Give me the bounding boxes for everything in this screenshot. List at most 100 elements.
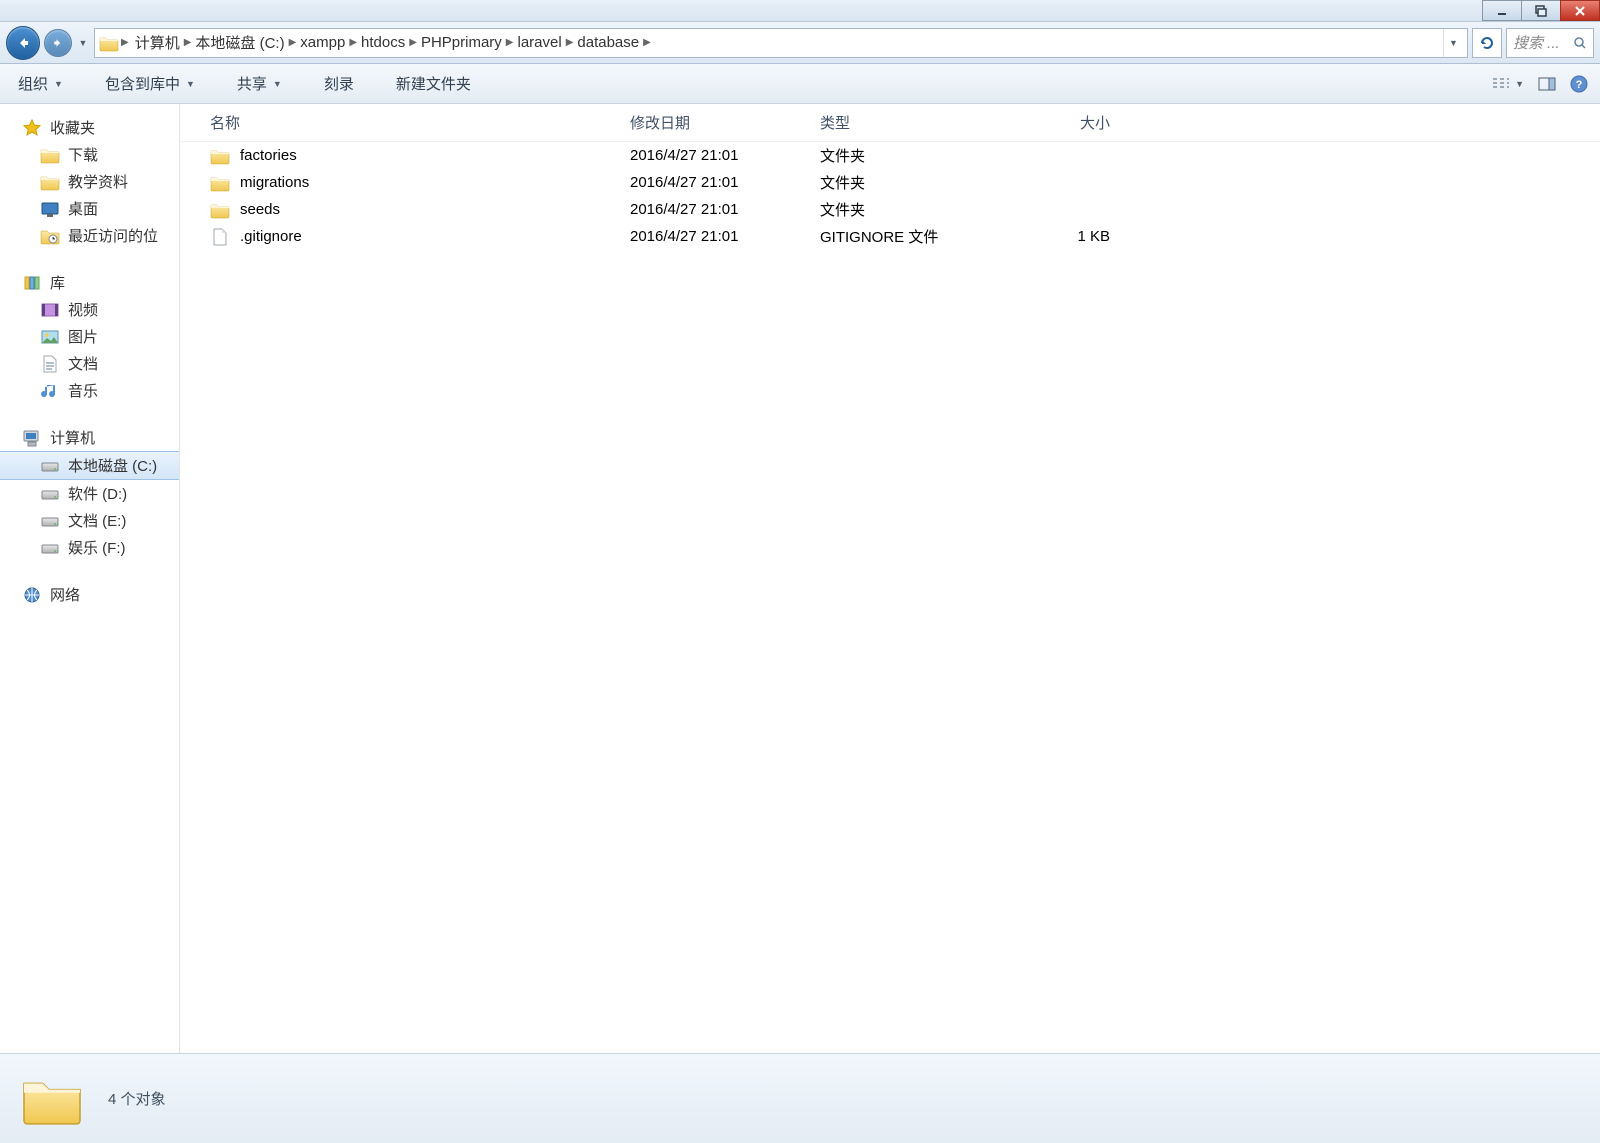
file-row[interactable]: .gitignore 2016/4/27 21:01 GITIGNORE 文件 …	[180, 223, 1600, 250]
breadcrumb-segment[interactable]: 计算机	[131, 30, 184, 55]
search-placeholder: 搜索 ...	[1513, 32, 1560, 53]
help-button[interactable]: ?	[1570, 75, 1588, 93]
burn-button[interactable]: 刻录	[318, 69, 360, 98]
sidebar-libraries-item[interactable]: 视频	[0, 296, 179, 323]
sidebar-libraries-item[interactable]: 音乐	[0, 377, 179, 404]
sidebar-item-label: 音乐	[68, 380, 98, 401]
share-menu[interactable]: 共享▼	[231, 69, 288, 98]
chevron-down-icon: ▼	[273, 79, 282, 89]
preview-pane-icon	[1538, 76, 1556, 92]
sidebar-libraries-header[interactable]: 库	[0, 269, 179, 296]
video-icon	[40, 301, 60, 319]
breadcrumb-segment[interactable]: laravel	[514, 32, 566, 53]
folder-icon	[210, 147, 230, 165]
chevron-right-icon[interactable]: ▶	[289, 37, 297, 48]
chevron-right-icon[interactable]: ▶	[184, 37, 192, 48]
file-date: 2016/4/27 21:01	[630, 201, 820, 218]
view-options-button[interactable]: ▼	[1491, 76, 1524, 92]
sidebar-libraries-item[interactable]: 图片	[0, 323, 179, 350]
breadcrumb-segment[interactable]: 本地磁盘 (C:)	[191, 30, 288, 55]
folder-icon	[210, 174, 230, 192]
chevron-down-icon: ▼	[186, 79, 195, 89]
sidebar-item-label: 桌面	[68, 198, 98, 219]
path-dropdown[interactable]: ▼	[1443, 29, 1463, 57]
maximize-button[interactable]	[1521, 0, 1561, 21]
sidebar-item-label: 本地磁盘 (C:)	[68, 455, 157, 476]
column-size[interactable]: 大小	[1020, 112, 1140, 133]
refresh-button[interactable]	[1472, 28, 1502, 58]
file-row[interactable]: seeds 2016/4/27 21:01 文件夹	[180, 196, 1600, 223]
new-folder-button[interactable]: 新建文件夹	[390, 69, 477, 98]
search-input[interactable]: 搜索 ...	[1506, 28, 1594, 58]
sidebar-item-label: 最近访问的位	[68, 225, 158, 246]
chevron-down-icon: ▼	[54, 79, 63, 89]
breadcrumb-segment[interactable]: htdocs	[357, 32, 409, 53]
breadcrumb-segment[interactable]: PHPprimary	[417, 32, 506, 53]
preview-pane-button[interactable]	[1538, 76, 1556, 92]
sidebar-favorites-item[interactable]: 下载	[0, 141, 179, 168]
minimize-button[interactable]	[1482, 0, 1522, 21]
list-view-icon	[1491, 76, 1511, 92]
sidebar-libraries-item[interactable]: 文档	[0, 350, 179, 377]
column-name[interactable]: 名称	[210, 112, 630, 133]
folder-icon	[210, 201, 230, 219]
nav-history-dropdown[interactable]: ▼	[76, 38, 90, 48]
file-date: 2016/4/27 21:01	[630, 228, 820, 245]
sidebar-item-label: 下载	[68, 144, 98, 165]
back-button[interactable]	[6, 26, 40, 60]
file-name: seeds	[240, 201, 280, 218]
file-size: 1 KB	[1020, 228, 1140, 245]
picture-icon	[40, 328, 60, 346]
file-row[interactable]: migrations 2016/4/27 21:01 文件夹	[180, 169, 1600, 196]
column-type[interactable]: 类型	[820, 112, 1020, 133]
sidebar-libraries-group: 库 视频图片文档音乐	[0, 269, 179, 404]
library-icon	[22, 274, 42, 292]
drive-icon	[40, 457, 60, 475]
file-name: migrations	[240, 174, 309, 191]
sidebar-network-group: 网络	[0, 581, 179, 608]
search-icon	[1573, 36, 1587, 50]
sidebar-computer-item[interactable]: 软件 (D:)	[0, 480, 179, 507]
sidebar-computer-header[interactable]: 计算机	[0, 424, 179, 451]
chevron-right-icon[interactable]: ▶	[409, 37, 417, 48]
chevron-right-icon[interactable]: ▶	[349, 37, 357, 48]
sidebar-computer-item[interactable]: 本地磁盘 (C:)	[0, 451, 179, 480]
sidebar-favorites-item[interactable]: 最近访问的位	[0, 222, 179, 249]
sidebar-item-label: 文档 (E:)	[68, 510, 126, 531]
chevron-right-icon[interactable]: ▶	[121, 37, 129, 48]
organize-menu[interactable]: 组织▼	[12, 69, 69, 98]
folder-icon	[40, 146, 60, 164]
sidebar-computer-group: 计算机 本地磁盘 (C:) 软件 (D:) 文档 (E:) 娱乐 (F:)	[0, 424, 179, 561]
sidebar-computer-item[interactable]: 娱乐 (F:)	[0, 534, 179, 561]
close-button[interactable]	[1560, 0, 1600, 21]
sidebar-computer-item[interactable]: 文档 (E:)	[0, 507, 179, 534]
desktop-icon	[40, 200, 60, 218]
breadcrumb-bar[interactable]: ▶ 计算机▶本地磁盘 (C:)▶xampp▶htdocs▶PHPprimary▶…	[94, 28, 1468, 58]
chevron-right-icon[interactable]: ▶	[506, 37, 514, 48]
document-icon	[40, 355, 60, 373]
folder-icon	[20, 1071, 84, 1127]
include-in-library-menu[interactable]: 包含到库中▼	[99, 69, 201, 98]
help-icon: ?	[1570, 75, 1588, 93]
chevron-right-icon[interactable]: ▶	[566, 37, 574, 48]
breadcrumb-segment[interactable]: database	[573, 32, 643, 53]
folder-icon	[40, 173, 60, 191]
column-date[interactable]: 修改日期	[630, 112, 820, 133]
sidebar-favorites-header[interactable]: 收藏夹	[0, 114, 179, 141]
recent-icon	[40, 227, 60, 245]
file-date: 2016/4/27 21:01	[630, 174, 820, 191]
network-icon	[22, 586, 42, 604]
breadcrumb-segment[interactable]: xampp	[296, 32, 349, 53]
sidebar-network-header[interactable]: 网络	[0, 581, 179, 608]
file-type: 文件夹	[820, 145, 1020, 166]
drive-icon	[40, 485, 60, 503]
forward-button[interactable]	[44, 29, 72, 57]
chevron-right-icon[interactable]: ▶	[643, 37, 651, 48]
sidebar-item-label: 图片	[68, 326, 98, 347]
drive-icon	[40, 539, 60, 557]
file-row[interactable]: factories 2016/4/27 21:01 文件夹	[180, 142, 1600, 169]
column-headers: 名称 修改日期 类型 大小	[180, 104, 1600, 142]
navigation-pane: 收藏夹 下载教学资料桌面最近访问的位 库 视频图片文档音乐 计算机 本地磁盘 (…	[0, 104, 180, 1053]
sidebar-favorites-item[interactable]: 教学资料	[0, 168, 179, 195]
sidebar-favorites-item[interactable]: 桌面	[0, 195, 179, 222]
